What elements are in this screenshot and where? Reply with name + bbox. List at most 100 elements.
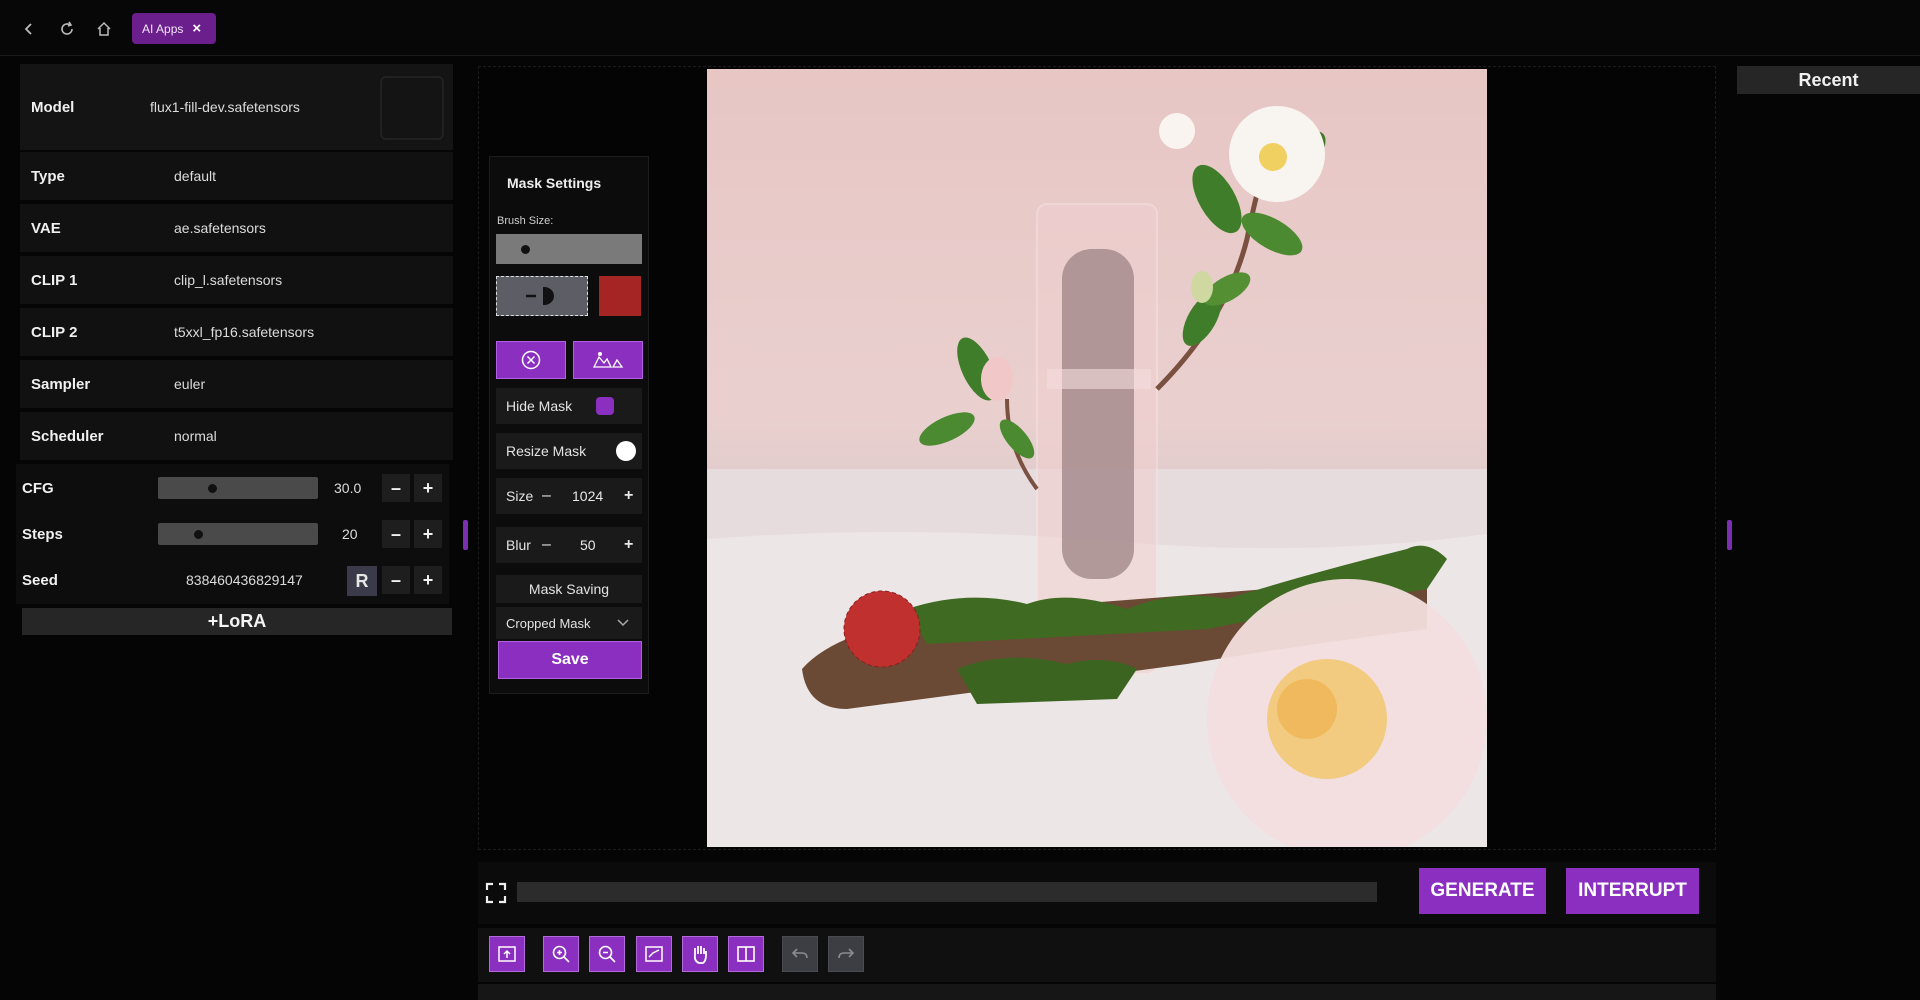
model-row[interactable]: Model flux1-fill-dev.safetensors: [20, 64, 453, 151]
seed-label: Seed: [22, 571, 58, 589]
brush-size-label: Brush Size:: [497, 215, 554, 227]
clip2-value[interactable]: t5xxl_fp16.safetensors: [174, 324, 314, 340]
fullscreen-icon[interactable]: [485, 882, 507, 904]
mask-size-increment-button[interactable]: +: [624, 487, 633, 505]
type-row[interactable]: Type default: [20, 152, 453, 201]
cfg-increment-button[interactable]: +: [414, 474, 442, 502]
pan-hand-button[interactable]: [682, 936, 718, 972]
redo-button[interactable]: [828, 936, 864, 972]
resize-mask-toggle[interactable]: [616, 441, 636, 461]
mask-saving-header: Mask Saving: [496, 575, 642, 603]
brush-icon: [526, 287, 554, 305]
seed-increment-button[interactable]: +: [414, 566, 442, 594]
seed-decrement-button[interactable]: –: [382, 566, 410, 594]
seed-row: Seed 838460436829147 R – +: [16, 556, 449, 605]
steps-slider-knob[interactable]: [194, 530, 203, 539]
mask-settings-panel: Mask Settings Brush Size: Hide Mask Resi…: [489, 156, 649, 694]
split-view-icon: [737, 946, 755, 962]
mask-settings-title: Mask Settings: [507, 175, 602, 191]
mask-blur-decrement-button[interactable]: –: [542, 536, 551, 554]
cfg-slider-knob[interactable]: [208, 484, 217, 493]
mask-blur-value[interactable]: 50: [580, 537, 596, 553]
generate-button[interactable]: GENERATE: [1419, 868, 1546, 914]
undo-button[interactable]: [782, 936, 818, 972]
scheduler-row[interactable]: Scheduler normal: [20, 412, 453, 461]
zoom-in-button[interactable]: [543, 936, 579, 972]
random-seed-button[interactable]: R: [347, 566, 377, 596]
vae-row[interactable]: VAE ae.safetensors: [20, 204, 453, 253]
hide-mask-row: Hide Mask: [496, 388, 642, 424]
scheduler-value[interactable]: normal: [174, 428, 217, 444]
sampler-row[interactable]: Sampler euler: [20, 360, 453, 409]
model-value[interactable]: flux1-fill-dev.safetensors: [150, 99, 300, 115]
clip2-row[interactable]: CLIP 2 t5xxl_fp16.safetensors: [20, 308, 453, 357]
fit-image-button[interactable]: [636, 936, 672, 972]
tab-label: AI Apps: [142, 21, 184, 36]
mask-size-value[interactable]: 1024: [572, 488, 603, 504]
mask-saving-value: Cropped Mask: [506, 615, 591, 631]
close-icon[interactable]: ×: [192, 20, 201, 37]
upload-image-button[interactable]: [489, 936, 525, 972]
steps-row: Steps 20 – +: [16, 510, 449, 559]
cfg-label: CFG: [22, 479, 54, 497]
cfg-slider[interactable]: [158, 477, 318, 499]
mask-blur-label: Blur: [506, 537, 531, 553]
zoom-out-button[interactable]: [589, 936, 625, 972]
brush-tool-button[interactable]: [496, 276, 588, 316]
mask-saving-select[interactable]: Cropped Mask: [496, 607, 642, 639]
mask-blur-row: Blur – 50 +: [496, 527, 642, 563]
hand-pan-icon: [693, 946, 707, 964]
resize-mask-label: Resize Mask: [506, 443, 587, 459]
left-resize-handle[interactable]: [463, 520, 468, 550]
vae-value[interactable]: ae.safetensors: [174, 220, 266, 236]
tab-ai-apps[interactable]: AI Apps ×: [132, 13, 216, 44]
mask-size-row: Size – 1024 +: [496, 478, 642, 514]
interrupt-button[interactable]: INTERRUPT: [1566, 868, 1699, 914]
save-mask-button[interactable]: Save: [498, 641, 642, 679]
steps-decrement-button[interactable]: –: [382, 520, 410, 548]
mask-saving-label: Mask Saving: [528, 581, 610, 597]
add-lora-button[interactable]: +LoRA: [22, 608, 452, 635]
zoom-in-icon: [552, 945, 570, 963]
clip1-value[interactable]: clip_l.safetensors: [174, 272, 282, 288]
mask-blur-increment-button[interactable]: +: [624, 536, 633, 554]
fit-image-icon: [645, 946, 663, 962]
mask-size-decrement-button[interactable]: –: [542, 487, 551, 505]
hide-mask-checkbox[interactable]: [596, 397, 614, 415]
chevron-down-icon: [617, 619, 629, 627]
back-icon[interactable]: [14, 14, 44, 44]
refresh-icon[interactable]: [52, 14, 82, 44]
brush-size-slider[interactable]: [496, 234, 642, 264]
vae-label: VAE: [31, 219, 61, 237]
image-canvas[interactable]: [707, 69, 1487, 847]
type-value[interactable]: default: [174, 168, 216, 184]
scheduler-label: Scheduler: [31, 427, 104, 445]
cfg-decrement-button[interactable]: –: [382, 474, 410, 502]
clip1-row[interactable]: CLIP 1 clip_l.safetensors: [20, 256, 453, 305]
product-photo: [707, 106, 1487, 847]
clip2-label: CLIP 2: [31, 323, 78, 341]
clear-mask-button[interactable]: [496, 341, 566, 379]
prompt-caption-strip: [478, 984, 1716, 1000]
brush-color-swatch[interactable]: [599, 276, 641, 316]
cfg-row: CFG 30.0 – +: [16, 464, 449, 513]
redo-icon: [838, 948, 855, 959]
top-bar: [0, 0, 1920, 56]
recent-panel-title: Recent: [1737, 66, 1920, 94]
home-icon[interactable]: [89, 14, 119, 44]
steps-label: Steps: [22, 525, 63, 543]
mask-size-label: Size: [506, 488, 534, 504]
steps-increment-button[interactable]: +: [414, 520, 442, 548]
sampler-label: Sampler: [31, 375, 91, 393]
hide-mask-label: Hide Mask: [506, 398, 573, 414]
model-label: Model: [31, 98, 75, 116]
steps-slider[interactable]: [158, 523, 318, 545]
sampler-value[interactable]: euler: [174, 376, 205, 392]
split-view-button[interactable]: [728, 936, 764, 972]
invert-mask-button[interactable]: [573, 341, 643, 379]
type-label: Type: [31, 167, 65, 185]
seed-value[interactable]: 838460436829147: [186, 572, 303, 588]
brush-size-knob[interactable]: [521, 245, 530, 254]
right-resize-handle[interactable]: [1727, 520, 1732, 550]
cfg-value: 30.0: [334, 480, 362, 496]
